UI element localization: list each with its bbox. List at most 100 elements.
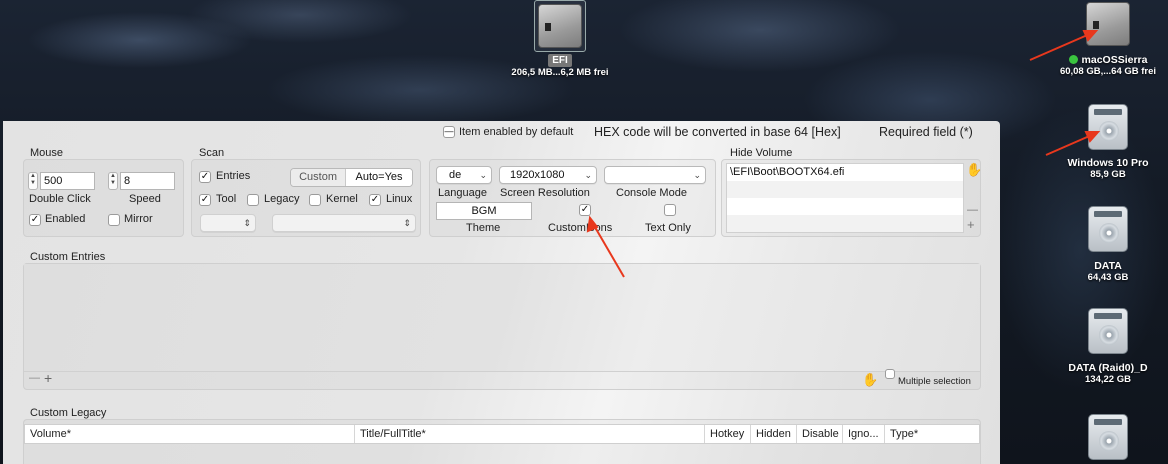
custom-legacy-group: Volume* Title/FullTitle* Hotkey Hidden D… xyxy=(23,419,981,464)
segment-auto[interactable]: Auto=Yes xyxy=(346,169,412,186)
hide-volume-row[interactable] xyxy=(727,181,963,198)
hard-drive-icon xyxy=(1088,414,1128,460)
speed-field[interactable]: 8 xyxy=(120,172,175,190)
disk-info: 134,22 GB xyxy=(1085,374,1131,385)
entries-label: Entries xyxy=(216,170,251,182)
column-header[interactable]: Hidden xyxy=(751,425,797,443)
multiple-selection-label: Multiple selection xyxy=(898,376,971,387)
hide-volume-title: Hide Volume xyxy=(730,147,793,159)
config-panel: — Item enabled by default HEX code will … xyxy=(3,121,1000,464)
column-header[interactable]: Volume* xyxy=(25,425,355,443)
efi-disk-icon[interactable]: EFI 206,5 MB...6,2 MB frei xyxy=(500,0,620,78)
mouse-section-title: Mouse xyxy=(30,147,64,159)
custom-icons-checkbox[interactable]: ✓ xyxy=(579,204,591,216)
efi-disk-info: 206,5 MB...6,2 MB frei xyxy=(511,67,609,78)
disk-data[interactable]: DATA 64,43 GB xyxy=(1050,206,1166,283)
double-click-label: Double Click xyxy=(29,193,91,205)
custom-icons-label: CustomIcons xyxy=(548,222,613,234)
add-custom-entry-button[interactable]: + xyxy=(44,370,52,386)
language-label: Language xyxy=(438,187,487,199)
segment-custom[interactable]: Custom xyxy=(291,169,347,186)
chevron-down-icon: ⌄ xyxy=(584,170,592,180)
scan-option-popup-1[interactable]: ⇕ xyxy=(200,214,256,232)
chevron-down-icon: ⌄ xyxy=(479,170,487,180)
text-only-checkbox[interactable] xyxy=(664,204,676,216)
linux-checkbox[interactable]: ✓ xyxy=(369,194,381,206)
item-enabled-legend-checkbox: — xyxy=(443,126,455,138)
custom-entries-list[interactable] xyxy=(24,264,980,372)
disk-macossierra[interactable]: macOSSierra 60,08 GB,...64 GB frei xyxy=(1050,2,1166,77)
disk-info: 64,43 GB xyxy=(1087,272,1129,283)
custom-entries-title: Custom Entries xyxy=(30,251,106,263)
column-header[interactable]: Title/FullTitle* xyxy=(355,425,705,443)
language-value: de xyxy=(449,169,462,181)
hide-volume-row[interactable] xyxy=(727,198,963,215)
efi-disk-label: EFI xyxy=(548,54,572,67)
disk-name: DATA (Raid0)_D xyxy=(1068,362,1148,374)
disk-windows[interactable]: Windows 10 Pro 85,9 GB xyxy=(1050,104,1166,180)
speed-label: Speed xyxy=(129,193,161,205)
legacy-label: Legacy xyxy=(264,193,300,205)
updown-chevron-icon: ⇕ xyxy=(403,218,411,228)
legacy-checkbox[interactable] xyxy=(247,194,259,206)
hide-volume-group: \EFI\Boot\BOOTX64.efi ✋ — + xyxy=(721,159,982,237)
hide-volume-row[interactable]: \EFI\Boot\BOOTX64.efi xyxy=(727,164,963,181)
multiple-selection-checkbox[interactable] xyxy=(885,369,895,379)
disk-name: Windows 10 Pro xyxy=(1067,157,1149,169)
ssd-icon xyxy=(1086,2,1130,46)
enabled-label: Enabled xyxy=(45,213,86,225)
hard-drive-icon xyxy=(1088,206,1128,252)
disk-name: macOSSierra xyxy=(1081,54,1148,66)
hard-drive-icon xyxy=(1088,308,1128,354)
linux-label: Linux xyxy=(386,193,413,205)
resolution-popup[interactable]: 1920x1080 ⌄ xyxy=(499,166,597,184)
enabled-checkbox[interactable]: ✓ xyxy=(29,214,41,226)
resolution-value: 1920x1080 xyxy=(510,169,565,181)
required-note: Required field (*) xyxy=(879,125,973,139)
disk-extra[interactable] xyxy=(1050,414,1166,460)
tool-label: Tool xyxy=(216,193,237,205)
column-header[interactable]: Igno... xyxy=(843,425,885,443)
column-header[interactable]: Type* xyxy=(885,425,981,443)
updown-chevron-icon: ⇕ xyxy=(243,218,251,228)
speed-stepper[interactable]: ▲ ▼ xyxy=(108,172,118,190)
column-header[interactable]: Disable xyxy=(797,425,843,443)
hide-volume-list[interactable]: \EFI\Boot\BOOTX64.efi xyxy=(726,163,964,233)
kernel-checkbox[interactable] xyxy=(309,194,321,206)
status-dot-icon xyxy=(1068,55,1078,64)
tool-checkbox[interactable]: ✓ xyxy=(199,194,211,206)
text-only-label: Text Only xyxy=(645,222,691,234)
hide-volume-row[interactable] xyxy=(727,215,963,232)
column-header[interactable]: Hotkey xyxy=(705,425,751,443)
disk-name: DATA xyxy=(1094,260,1122,272)
ssd-icon xyxy=(538,4,582,48)
mirror-label: Mirror xyxy=(124,213,153,225)
theme-field[interactable]: BGM xyxy=(436,202,532,220)
scan-option-popup-2[interactable]: ⇕ xyxy=(272,214,416,232)
remove-hide-volume-button[interactable]: — xyxy=(967,204,978,216)
language-popup[interactable]: de ⌄ xyxy=(436,166,492,184)
add-hide-volume-button[interactable]: + xyxy=(967,217,975,232)
custom-entries-group: — + ✋ Multiple selection xyxy=(23,263,981,390)
drag-hand-icon[interactable]: ✋ xyxy=(862,372,878,388)
drag-hand-icon[interactable]: ✋ xyxy=(966,162,982,178)
double-click-stepper[interactable]: ▲ ▼ xyxy=(28,172,38,190)
entries-checkbox[interactable]: ✓ xyxy=(199,171,211,183)
scan-section-title: Scan xyxy=(199,147,225,159)
disk-info: 60,08 GB,...64 GB frei xyxy=(1059,66,1157,77)
gui-group: de ⌄ Language 1920x1080 ⌄ Screen Resolutio… xyxy=(429,159,716,237)
chevron-down-icon: ⌄ xyxy=(693,170,701,180)
resolution-label: Screen Resolution xyxy=(500,187,590,199)
custom-legacy-title: Custom Legacy xyxy=(30,407,107,419)
scan-mode-segmented-control[interactable]: Custom Auto=Yes xyxy=(290,168,413,187)
mouse-group: ▲ ▼ 500 Double Click ▲ ▼ 8 Speed ✓ Enabled… xyxy=(23,159,184,237)
hex-note: HEX code will be converted in base 64 [H… xyxy=(594,125,841,139)
console-mode-popup[interactable]: ⌄ xyxy=(604,166,706,184)
console-mode-label: Console Mode xyxy=(616,187,687,199)
efi-disk-frame xyxy=(534,0,586,52)
remove-custom-entry-button[interactable]: — xyxy=(29,372,40,384)
double-click-field[interactable]: 500 xyxy=(40,172,95,190)
mirror-checkbox[interactable] xyxy=(108,214,120,226)
disk-data-raid[interactable]: DATA (Raid0)_D 134,22 GB xyxy=(1050,308,1166,385)
scan-group: ✓ Entries Custom Auto=Yes ✓ Tool Legacy … xyxy=(191,159,421,237)
